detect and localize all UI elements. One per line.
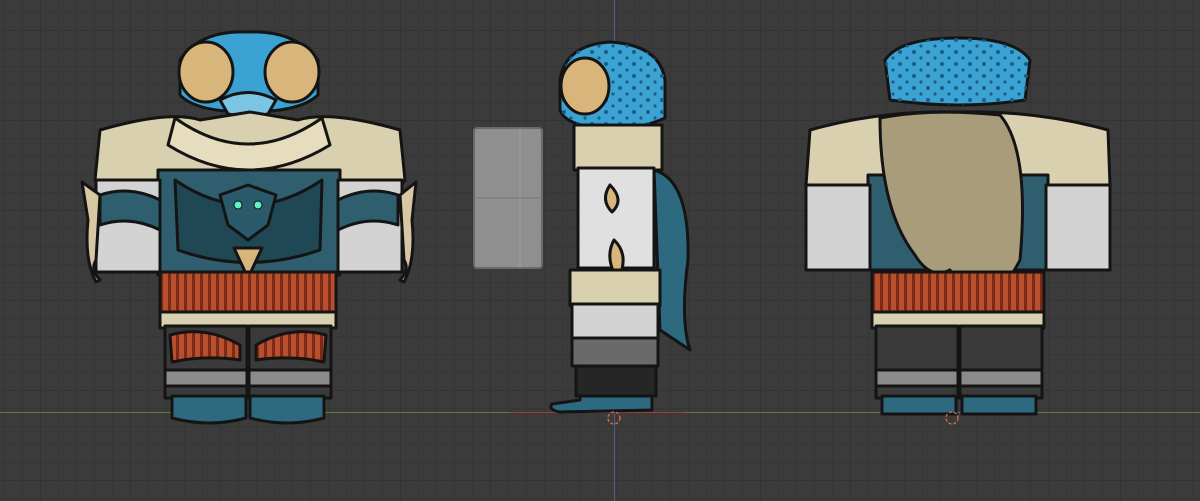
character-views bbox=[80, 30, 1112, 425]
front-belt bbox=[158, 270, 338, 316]
front-helmet bbox=[177, 30, 321, 118]
figure-back[interactable] bbox=[804, 36, 1112, 416]
side-cowl bbox=[572, 123, 664, 172]
front-legs bbox=[163, 324, 333, 425]
viewport-3d[interactable] bbox=[0, 0, 1200, 501]
front-left-arm bbox=[80, 178, 162, 284]
figure-front[interactable] bbox=[80, 30, 418, 425]
cursor-3d-icon bbox=[607, 411, 621, 425]
front-right-arm bbox=[336, 178, 418, 284]
figure-side[interactable] bbox=[549, 40, 692, 414]
side-reference-block[interactable] bbox=[473, 127, 543, 269]
